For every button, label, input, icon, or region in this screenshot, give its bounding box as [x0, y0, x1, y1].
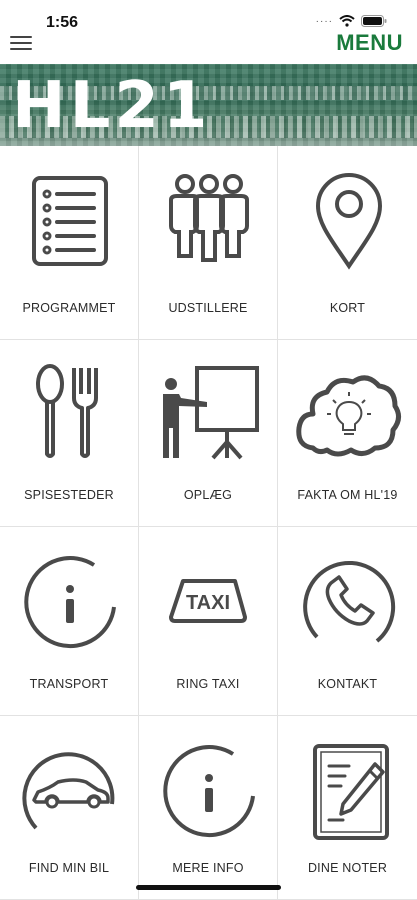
tile-label: KONTAKT	[317, 677, 378, 691]
car-icon	[22, 752, 115, 830]
taxi-icon: TAXI	[169, 579, 247, 623]
tile-label: KORT	[329, 301, 366, 315]
signal-icon: ····	[315, 15, 333, 27]
tile-spisesteder[interactable]: SPISESTEDER	[0, 340, 139, 527]
tile-label: SPISESTEDER	[24, 488, 114, 502]
people-icon	[169, 174, 249, 262]
tile-label: TRANSPORT	[29, 677, 109, 691]
tile-label: MERE INFO	[172, 861, 244, 875]
tile-oplaeg[interactable]: OPLÆG	[139, 340, 278, 527]
tile-udstillere[interactable]: UDSTILLERE	[139, 146, 278, 340]
nav-bar: MENU	[0, 30, 417, 66]
tile-label: FIND MIN BIL	[28, 861, 110, 875]
tile-label: UDSTILLERE	[168, 301, 248, 315]
tile-kort[interactable]: KORT	[278, 146, 417, 340]
tile-fakta[interactable]: FAKTA OM HL'19	[278, 340, 417, 527]
status-bar: 1:56 ····	[0, 0, 417, 31]
tile-mere-info[interactable]: MERE INFO	[139, 716, 278, 900]
tile-label: FAKTA OM HL'19	[297, 488, 398, 502]
tile-label: RING TAXI	[176, 677, 240, 691]
tile-label: PROGRAMMET	[22, 301, 116, 315]
battery-icon	[361, 15, 387, 27]
tile-ring-taxi[interactable]: TAXI RING TAXI	[139, 527, 278, 716]
tile-kontakt[interactable]: KONTAKT	[278, 527, 417, 716]
cloud-lightbulb-icon	[295, 375, 401, 457]
home-indicator[interactable]	[136, 885, 281, 890]
banner-title: HL21	[12, 69, 212, 143]
presentation-icon	[163, 366, 259, 460]
notes-icon	[312, 744, 389, 840]
wifi-icon	[339, 15, 355, 27]
map-pin-icon	[315, 173, 382, 270]
taxi-sign-text: TAXI	[186, 592, 230, 614]
tile-dine-noter[interactable]: DINE NOTER	[278, 716, 417, 900]
info-icon	[24, 556, 116, 649]
tile-transport[interactable]: TRANSPORT	[0, 527, 139, 716]
spoon-fork-icon	[36, 364, 98, 458]
tile-find-min-bil[interactable]: FIND MIN BIL	[0, 716, 139, 900]
menu-grid: PROGRAMMET UDSTILLERE KORT SPISESTEDER O…	[0, 146, 417, 900]
phone-icon	[302, 560, 395, 643]
tile-programmet[interactable]: PROGRAMMET	[0, 146, 139, 340]
status-icons: ····	[316, 15, 387, 27]
menu-title[interactable]: MENU	[336, 30, 403, 56]
tile-label: OPLÆG	[183, 488, 233, 502]
list-icon	[32, 176, 108, 266]
info-icon	[163, 745, 255, 838]
hamburger-menu-icon[interactable]	[10, 36, 32, 52]
banner: HL21	[0, 64, 417, 146]
tile-label: DINE NOTER	[307, 861, 388, 875]
